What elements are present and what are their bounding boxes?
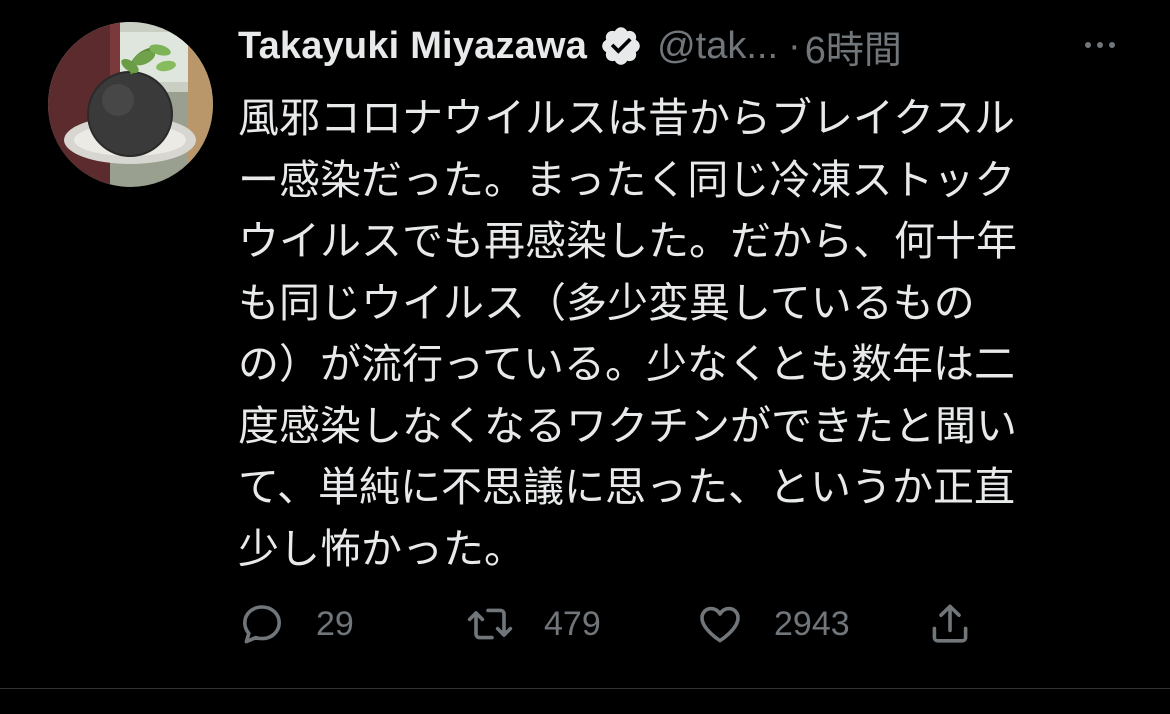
author-handle[interactable]: @tak... <box>657 25 778 68</box>
tweet[interactable]: Takayuki Miyazawa @tak... · 6時間 風邪コロナウイル… <box>0 0 1170 714</box>
heart-icon <box>700 606 740 643</box>
tweet-text-line: ー感染だった。まったく同じ冷凍ストック <box>238 155 1016 204</box>
tweet-text: 風邪コロナウイルスは昔からブレイクスル ー感染だった。まったく同じ冷凍ストック … <box>238 88 1108 580</box>
more-icon[interactable] <box>1070 28 1130 62</box>
retweet-icon <box>467 608 513 640</box>
divider <box>0 688 1170 689</box>
reply-count: 29 <box>316 604 354 643</box>
like-button[interactable]: 2943 <box>696 596 850 652</box>
author-display-name[interactable]: Takayuki Miyazawa <box>238 25 587 68</box>
reply-button[interactable]: 29 <box>238 596 354 652</box>
retweet-button[interactable]: 479 <box>466 596 601 652</box>
avatar-image <box>48 22 213 187</box>
separator-dot: · <box>788 24 801 67</box>
reply-icon <box>243 605 281 644</box>
verified-badge-icon <box>602 27 640 65</box>
tweet-text-line: て、単純に不思議に思った、というか正直 <box>238 463 1015 511</box>
share-icon <box>932 604 968 643</box>
avatar[interactable] <box>48 22 213 187</box>
tweet-text-line: 少し怖かった。 <box>238 524 525 573</box>
tweet-timestamp[interactable]: 6時間 <box>805 19 902 74</box>
like-count: 2943 <box>774 604 850 643</box>
action-bar: 29 479 2943 <box>238 596 998 652</box>
tweet-text-line: 風邪コロナウイルスは昔からブレイクスル <box>238 94 1015 142</box>
share-button[interactable] <box>926 596 974 652</box>
retweet-count: 479 <box>544 604 601 643</box>
tweet-text-line: ウイルスでも再感染した。だから、何十年 <box>238 217 1017 265</box>
tweet-text-line: も同じウイルス（多少変異しているもの <box>238 278 975 327</box>
tweet-header: Takayuki Miyazawa @tak... · 6時間 <box>238 18 902 74</box>
tweet-text-line: 度感染しなくなるワクチンができたと聞い <box>238 401 1017 450</box>
tweet-text-line: の）が流行っている。少なくとも数年は二 <box>238 340 1015 388</box>
